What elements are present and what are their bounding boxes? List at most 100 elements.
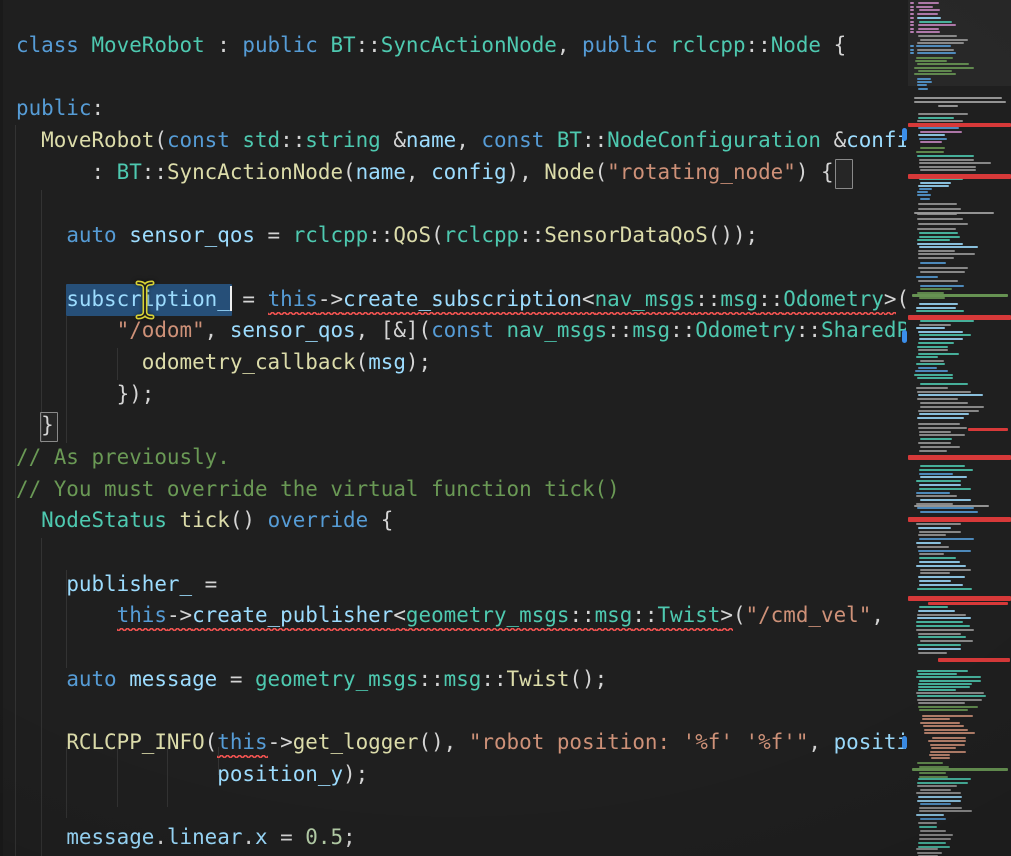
minimap-line (932, 737, 966, 739)
minimap-highlight-bar (914, 97, 1002, 99)
code-token: , (456, 128, 481, 152)
code-line[interactable]: : BT::SyncActionNode(name, config), Node… (16, 157, 906, 189)
code-token: public (582, 33, 657, 57)
code-token: this (268, 287, 318, 311)
code-token: publisher_ (66, 572, 192, 596)
minimap-line (919, 9, 940, 11)
code-token: NodeStatus (41, 508, 167, 532)
minimap-line (918, 633, 961, 635)
code-token: & (381, 128, 406, 152)
minimap-line (920, 288, 952, 290)
minimap-line (924, 732, 975, 734)
minimap-line (919, 807, 962, 809)
code-line[interactable] (16, 791, 906, 823)
code-token: class (16, 33, 79, 57)
minimap-line (916, 625, 970, 627)
code-line[interactable]: NodeStatus tick() override { (16, 505, 906, 537)
code-token: :: (582, 128, 607, 152)
minimap-line (917, 243, 963, 245)
code-token: get_logger (293, 730, 419, 754)
minimap-line (910, 9, 914, 11)
minimap-line (918, 208, 961, 210)
code-line[interactable]: RCLCPP_INFO(this->get_logger(), "robot p… (16, 727, 906, 759)
code-line[interactable]: auto message = geometry_msgs::msg::Twist… (16, 664, 906, 696)
minimap-line (920, 572, 950, 574)
minimap-line (918, 70, 952, 72)
code-token: . (242, 825, 255, 849)
code-token: :: (758, 287, 783, 311)
minimap-line (910, 52, 914, 54)
code-token (16, 572, 66, 596)
minimap-line (918, 127, 959, 129)
code-token: "/cmd_vel" (746, 603, 872, 627)
code-line[interactable]: class MoveRobot : public BT::SyncActionN… (16, 30, 906, 62)
code-token: BT (557, 128, 582, 152)
minimap-line (917, 194, 931, 196)
code-token: SharedPtr (821, 318, 906, 342)
code-line[interactable]: } (16, 410, 906, 442)
minimap-line (916, 310, 964, 312)
minimap-highlight-bar (938, 105, 958, 107)
code-line[interactable]: public: (16, 93, 906, 125)
code-token (16, 318, 117, 342)
code-line[interactable] (16, 188, 906, 220)
minimap-line (919, 680, 981, 682)
minimap-highlight-bar (968, 428, 1008, 431)
minimap-line (919, 772, 946, 774)
minimap-line (920, 511, 978, 513)
code-line[interactable] (16, 62, 906, 94)
minimap-line (917, 699, 982, 701)
minimap-line (919, 606, 948, 608)
code-token: "robot position: '%f' '%f'" (469, 730, 809, 754)
code-line[interactable]: auto sensor_qos = rclcpp::QoS(rclcpp::Se… (16, 220, 906, 252)
minimap-line (916, 480, 961, 482)
code-token: :: (632, 603, 657, 627)
code-token: rclcpp (293, 223, 368, 247)
code-line[interactable]: position_y); (16, 759, 906, 791)
code-line[interactable] (16, 537, 906, 569)
minimap-line (920, 169, 976, 171)
code-token: SensorDataQoS (544, 223, 708, 247)
code-token: ( (205, 730, 218, 754)
minimap-line (917, 588, 972, 590)
code-line[interactable]: odometry_callback(msg); (16, 347, 906, 379)
code-token: name (356, 160, 406, 184)
code-line[interactable]: // You must override the virtual functio… (16, 474, 906, 506)
code-line[interactable] (16, 695, 906, 727)
minimap-line (931, 747, 956, 749)
code-line[interactable]: }); (16, 379, 906, 411)
code-token: public (16, 96, 91, 120)
code-line[interactable]: publisher_ = (16, 569, 906, 601)
minimap-line (916, 57, 953, 59)
minimap-line (920, 640, 973, 642)
minimap[interactable] (908, 0, 1011, 856)
code-token: SyncActionNode (167, 160, 343, 184)
code-line[interactable] (16, 632, 906, 664)
minimap-line (920, 476, 967, 478)
code-token: rclcpp (444, 223, 519, 247)
code-token: const (481, 128, 544, 152)
code-editor[interactable]: class MoveRobot : public BT::SyncActionN… (0, 0, 906, 856)
code-token: odometry_callback (142, 350, 356, 374)
minimap-line (918, 683, 972, 685)
code-token: , (808, 730, 833, 754)
code-line[interactable]: MoveRobot(const std::string &name, const… (16, 125, 906, 157)
minimap-line (919, 21, 952, 23)
minimap-line (919, 484, 961, 486)
minimap-line (918, 842, 946, 844)
code-area[interactable]: class MoveRobot : public BT::SyncActionN… (16, 30, 906, 854)
code-line[interactable]: this->create_publisher<geometry_msgs::ms… (16, 600, 906, 632)
code-token: create_publisher (192, 603, 393, 627)
code-line[interactable]: message.linear.x = 0.5; (16, 822, 906, 854)
minimap-line (918, 689, 956, 691)
code-token: & (821, 128, 846, 152)
minimap-line (917, 346, 948, 348)
minimap-line (917, 120, 963, 122)
minimap-line (918, 648, 961, 650)
code-line[interactable]: // As previously. (16, 442, 906, 474)
minimap-line (917, 417, 964, 419)
code-token: sensor_qos (129, 223, 255, 247)
minimap-line (918, 353, 959, 355)
minimap-line (917, 785, 957, 787)
minimap-line (919, 188, 932, 190)
